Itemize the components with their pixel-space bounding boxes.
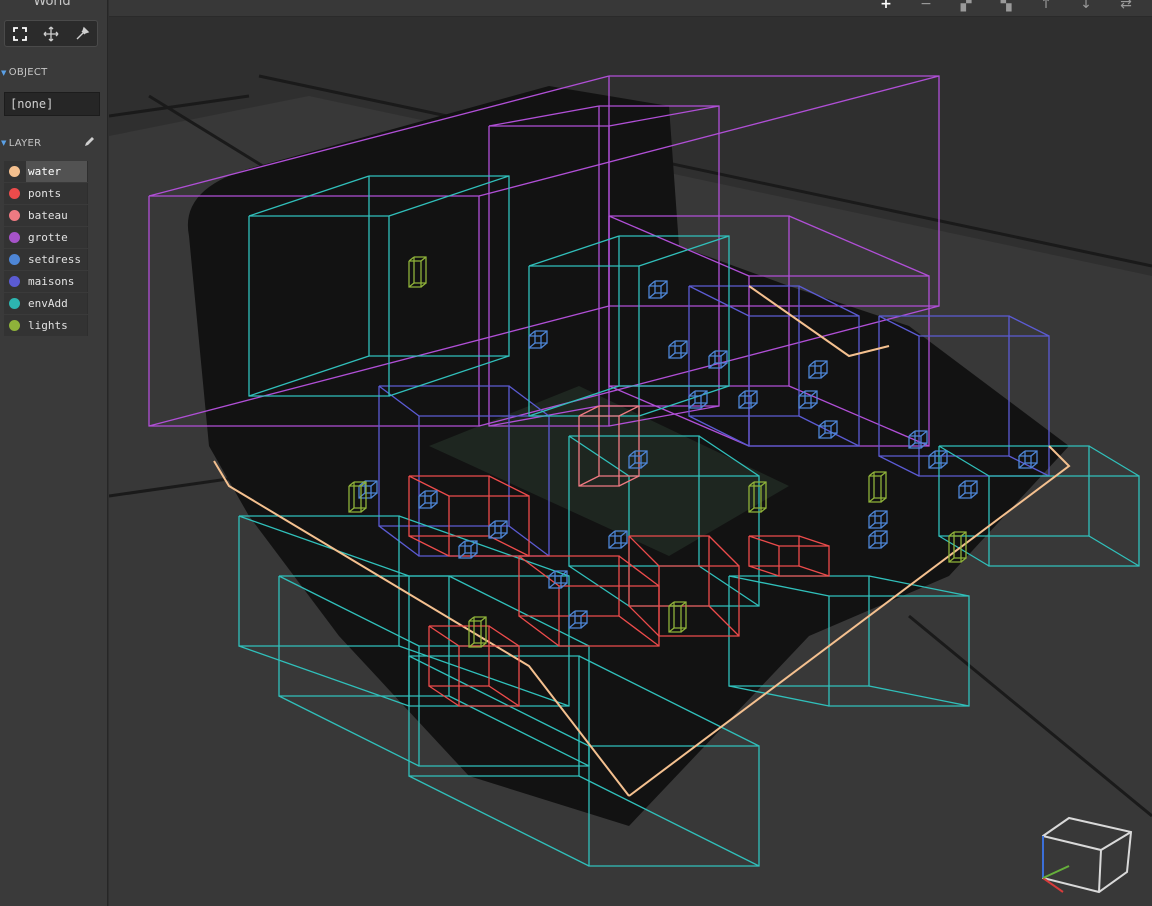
layer-visibility-toggle[interactable] <box>87 249 100 270</box>
collapse-triangle-icon: ▼ <box>1 68 7 77</box>
layer-color-dot-icon <box>9 298 20 309</box>
panel-title: World <box>33 0 71 9</box>
object-field[interactable]: [none] <box>4 92 100 116</box>
layer-row-water[interactable]: water <box>4 161 100 182</box>
layer-name: lights <box>28 319 68 332</box>
layer-section-label: LAYER <box>8 137 42 149</box>
move-tool-button[interactable] <box>36 21 67 46</box>
layer-row-grotte[interactable]: grotte <box>4 227 100 248</box>
layer-visibility-toggle[interactable] <box>87 227 100 248</box>
pick-tool-button[interactable] <box>66 21 97 46</box>
arrow-down-button[interactable]: ↓ <box>1075 0 1097 14</box>
layer-visibility-toggle[interactable] <box>87 161 100 182</box>
pencil-icon[interactable] <box>83 135 96 151</box>
tool-row <box>4 20 98 47</box>
layer-row-maisons[interactable]: maisons <box>4 271 100 292</box>
checker-left-button[interactable]: ▞ <box>955 0 977 14</box>
layer-visibility-toggle[interactable] <box>87 271 100 292</box>
view-cube-icon[interactable] <box>1039 816 1139 896</box>
viewport-toolbar: + − ▞ ▚ ↑ ↓ ⇄ <box>109 0 1152 17</box>
layer-row-lights[interactable]: lights <box>4 315 100 336</box>
layer-color-dot-icon <box>9 320 20 331</box>
layer-visibility-toggle[interactable] <box>87 293 100 314</box>
layer-color-dot-icon <box>9 232 20 243</box>
layer-name: grotte <box>28 231 68 244</box>
object-section-header[interactable]: ▼ OBJECT <box>0 67 48 78</box>
frame-select-icon <box>13 26 28 41</box>
object-section-label: OBJECT <box>8 67 48 78</box>
layer-list: water ponts bateau grotte setdress maisons env… <box>4 161 100 337</box>
move-arrows-icon <box>43 26 59 41</box>
layer-color-dot-icon <box>9 188 20 199</box>
layer-name: envAdd <box>28 297 68 310</box>
layer-color-dot-icon <box>9 276 20 287</box>
zoom-out-button[interactable]: − <box>915 0 937 14</box>
layer-row-ponts[interactable]: ponts <box>4 183 100 204</box>
swap-button[interactable]: ⇄ <box>1115 0 1137 14</box>
collapse-triangle-icon: ▼ <box>1 139 7 147</box>
eyedropper-icon <box>76 26 89 39</box>
layer-name: water <box>26 161 87 182</box>
arrow-up-button[interactable]: ↑ <box>1035 0 1057 14</box>
layer-row-bateau[interactable]: bateau <box>4 205 100 226</box>
scene-canvas[interactable] <box>109 16 1152 906</box>
layer-row-setdress[interactable]: setdress <box>4 249 100 270</box>
select-frame-tool-button[interactable] <box>5 21 36 46</box>
sidebar: World ▼ OBJECT [none] ▼ LAYER water ponts… <box>0 0 108 906</box>
zoom-in-button[interactable]: + <box>875 0 897 14</box>
3d-viewport[interactable] <box>109 16 1152 906</box>
layer-name: ponts <box>28 187 62 200</box>
layer-section-header[interactable]: ▼ LAYER <box>0 135 100 151</box>
checker-right-button[interactable]: ▚ <box>995 0 1017 14</box>
layer-color-dot-icon <box>9 254 20 265</box>
layer-row-envAdd[interactable]: envAdd <box>4 293 100 314</box>
layer-color-dot-icon <box>9 210 20 221</box>
layer-name: maisons <box>28 275 75 288</box>
layer-name: setdress <box>28 253 81 266</box>
layer-visibility-toggle[interactable] <box>87 183 100 204</box>
layer-color-dot-icon <box>9 166 20 177</box>
layer-visibility-toggle[interactable] <box>87 205 100 226</box>
layer-visibility-toggle[interactable] <box>87 315 100 336</box>
layer-name: bateau <box>28 209 68 222</box>
